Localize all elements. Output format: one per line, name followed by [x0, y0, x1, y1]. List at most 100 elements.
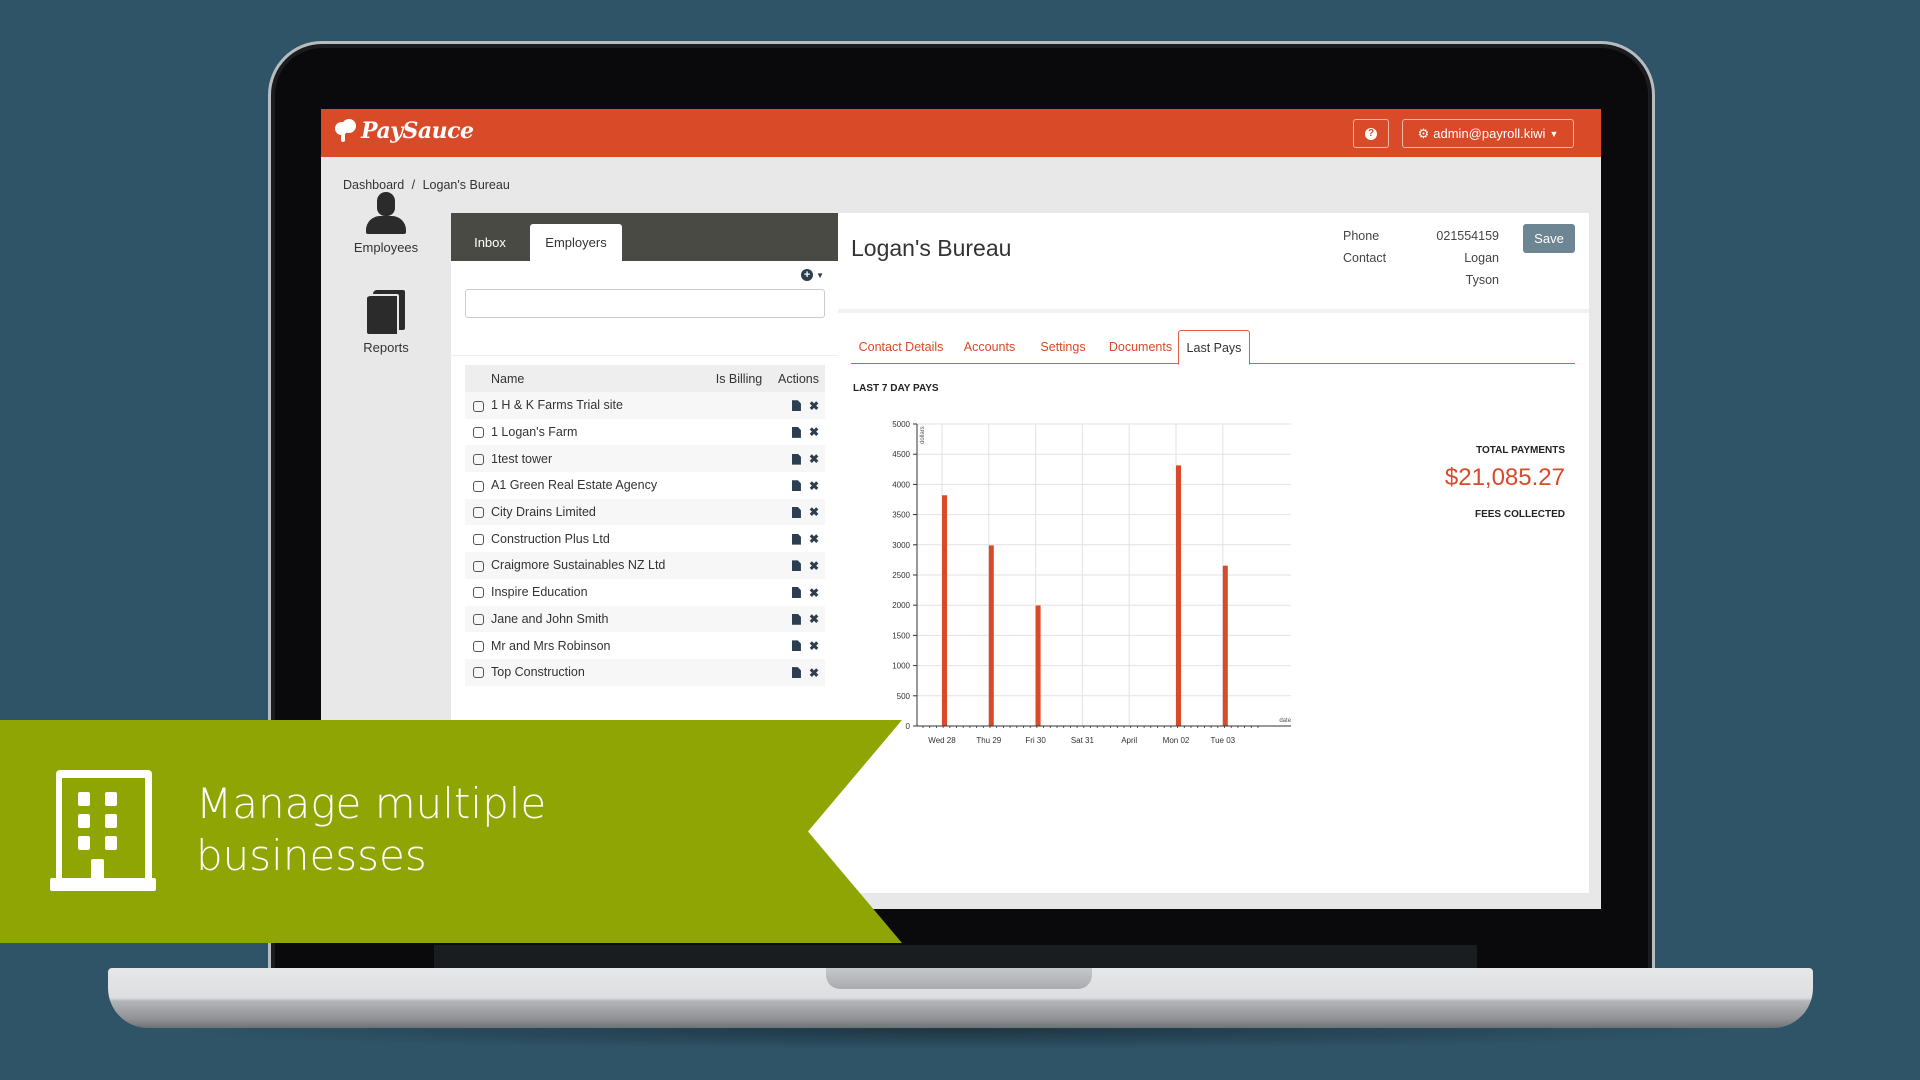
file-icon[interactable] — [791, 667, 801, 679]
gear-icon: ⚙ — [1417, 125, 1430, 141]
file-icon[interactable] — [791, 506, 801, 518]
tab-inbox[interactable]: Inbox — [465, 224, 515, 261]
banner-headline: Manage multiple businesses — [196, 778, 546, 882]
is-billing-cell — [709, 525, 769, 552]
delete-icon[interactable]: ✖ — [809, 505, 819, 519]
y-tick-label: 3500 — [892, 511, 910, 520]
sidebar-item-label: Reports — [363, 340, 409, 355]
table-row[interactable]: Craigmore Sustainables NZ Ltd ✖ — [465, 552, 825, 579]
x-tick-label: Mon 02 — [1163, 736, 1190, 745]
table-row[interactable]: 1 H & K Farms Trial site ✖ — [465, 392, 825, 419]
y-tick-label: 500 — [897, 692, 911, 701]
file-icon[interactable] — [791, 480, 801, 492]
add-employer-dropdown[interactable]: + ▼ — [801, 269, 824, 281]
row-checkbox[interactable] — [472, 400, 484, 412]
row-checkbox[interactable] — [472, 560, 484, 572]
row-checkbox[interactable] — [472, 427, 484, 439]
table-row[interactable]: Inspire Education ✖ — [465, 579, 825, 606]
employers-table: Name Is Billing Actions 1 H & K Farms Tr… — [465, 365, 825, 686]
row-checkbox[interactable] — [472, 533, 484, 545]
file-icon[interactable] — [791, 640, 801, 652]
delete-icon[interactable]: ✖ — [809, 399, 819, 413]
employer-name[interactable]: Craigmore Sustainables NZ Ltd — [491, 552, 709, 579]
delete-icon[interactable]: ✖ — [809, 559, 819, 573]
delete-icon[interactable]: ✖ — [809, 586, 819, 600]
table-row[interactable]: Jane and John Smith ✖ — [465, 605, 825, 633]
user-email: admin@payroll.kiwi — [1433, 126, 1546, 141]
employer-name[interactable]: 1 H & K Farms Trial site — [491, 392, 709, 419]
person-icon — [366, 192, 406, 234]
employer-name[interactable]: Jane and John Smith — [491, 605, 709, 633]
bar — [1222, 565, 1228, 726]
row-checkbox[interactable] — [472, 587, 484, 599]
employer-name[interactable]: A1 Green Real Estate Agency — [491, 472, 709, 499]
table-row[interactable]: City Drains Limited ✖ — [465, 498, 825, 526]
employer-search-input[interactable] — [465, 289, 825, 318]
employer-name[interactable]: Top Construction — [491, 658, 709, 686]
file-icon[interactable] — [791, 587, 801, 598]
table-row[interactable]: A1 Green Real Estate Agency ✖ — [465, 472, 825, 499]
y-tick-label: 1000 — [892, 662, 910, 671]
delete-icon[interactable]: ✖ — [809, 532, 819, 546]
table-row[interactable]: Construction Plus Ltd ✖ — [465, 525, 825, 552]
file-icon[interactable] — [791, 426, 801, 438]
delete-icon[interactable]: ✖ — [809, 452, 819, 466]
header-is-billing[interactable]: Is Billing — [709, 365, 769, 392]
fees-collected-label: FEES COLLECTED — [1474, 509, 1565, 520]
is-billing-cell — [709, 579, 769, 606]
is-billing-cell — [709, 552, 769, 579]
employer-name[interactable]: City Drains Limited — [491, 498, 709, 526]
header-name[interactable]: Name — [491, 365, 709, 392]
help-button[interactable]: ? — [1353, 119, 1389, 148]
x-tick-label: Fri 30 — [1025, 736, 1046, 745]
x-tick-label: April — [1121, 736, 1137, 745]
row-checkbox[interactable] — [472, 667, 484, 679]
employer-name[interactable]: Construction Plus Ltd — [491, 525, 709, 552]
file-icon[interactable] — [791, 533, 801, 545]
table-row[interactable]: Mr and Mrs Robinson ✖ — [465, 632, 825, 659]
row-checkbox[interactable] — [472, 507, 484, 519]
table-row[interactable]: 1test tower ✖ — [465, 445, 825, 473]
file-icon[interactable] — [791, 613, 801, 625]
table-row[interactable]: 1 Logan's Farm ✖ — [465, 419, 825, 446]
y-tick-label: 0 — [906, 722, 911, 731]
is-billing-cell — [709, 658, 769, 686]
employer-name[interactable]: 1test tower — [491, 445, 709, 473]
is-billing-cell — [709, 445, 769, 473]
employer-name[interactable]: Mr and Mrs Robinson — [491, 632, 709, 659]
employer-name[interactable]: 1 Logan's Farm — [491, 419, 709, 446]
y-tick-label: 3000 — [892, 541, 910, 550]
x-tick-label: Thu 29 — [976, 736, 1001, 745]
employer-name[interactable]: Inspire Education — [491, 579, 709, 606]
last-7-day-pays-chart: 0 500 1000 1500 2000 2500 3000 3500 4000 4500 5000… — [892, 420, 1291, 745]
row-checkbox[interactable] — [472, 480, 484, 492]
delete-icon[interactable]: ✖ — [809, 425, 819, 439]
file-icon[interactable] — [791, 560, 801, 572]
bar — [988, 545, 994, 726]
delete-icon[interactable]: ✖ — [809, 479, 819, 493]
paysauce-logo[interactable]: PaySauce — [335, 118, 474, 144]
sidebar-item-employees[interactable]: Employees — [321, 192, 451, 255]
delete-icon[interactable]: ✖ — [809, 666, 819, 680]
bar — [1035, 605, 1041, 726]
breadcrumb-dashboard[interactable]: Dashboard — [343, 178, 404, 192]
tab-employers[interactable]: Employers — [530, 224, 622, 261]
x-tick-label: Wed 28 — [928, 736, 956, 745]
divider — [451, 355, 838, 356]
delete-icon[interactable]: ✖ — [809, 639, 819, 653]
y-axis-label: dollars — [920, 426, 926, 444]
sidebar-item-reports[interactable]: Reports — [321, 290, 451, 355]
table-row[interactable]: Top Construction ✖ — [465, 658, 825, 686]
user-menu-button[interactable]: ⚙ admin@payroll.kiwi ▼ — [1402, 119, 1574, 148]
row-checkbox[interactable] — [472, 453, 484, 465]
book-icon — [367, 290, 405, 334]
row-checkbox[interactable] — [472, 614, 484, 626]
file-icon[interactable] — [791, 453, 801, 465]
bar — [1176, 465, 1181, 726]
delete-icon[interactable]: ✖ — [809, 612, 819, 626]
is-billing-cell — [709, 605, 769, 633]
file-icon[interactable] — [791, 400, 801, 412]
header-select — [465, 365, 491, 392]
row-checkbox[interactable] — [472, 640, 484, 652]
caret-down-icon: ▼ — [816, 270, 824, 280]
